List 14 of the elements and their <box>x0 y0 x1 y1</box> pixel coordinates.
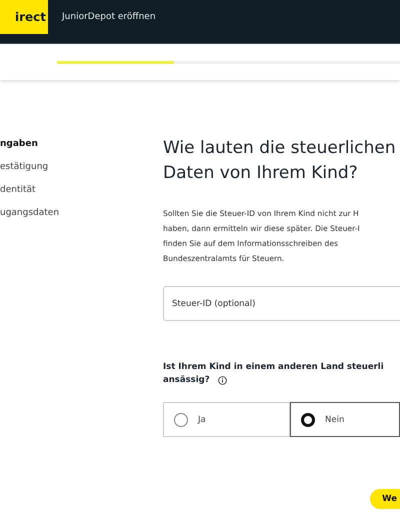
step-item[interactable]: dentität <box>0 184 163 196</box>
logo: irect <box>0 0 48 34</box>
info-icon[interactable] <box>218 376 227 385</box>
page-heading: Wie lauten die steuerlichen Daten von Ihrem Kind? <box>163 137 397 185</box>
tax-id-field[interactable]: Steuer-ID (optional) <box>163 286 400 321</box>
step-item[interactable]: ugangsdaten <box>0 207 163 219</box>
step-item[interactable]: estätigung <box>0 161 163 173</box>
step-item[interactable]: ngaben <box>0 138 163 150</box>
question-text: ansässig? <box>163 374 210 387</box>
radio-option[interactable]: Nein <box>290 402 400 437</box>
next-button[interactable]: We <box>370 489 400 509</box>
question-text: Ist Ihrem Kind in einem anderen Land steuerli <box>163 361 385 374</box>
nav-link[interactable]: JuniorDepot eröffnen <box>62 12 156 22</box>
radio-option[interactable]: Ja <box>163 402 290 437</box>
